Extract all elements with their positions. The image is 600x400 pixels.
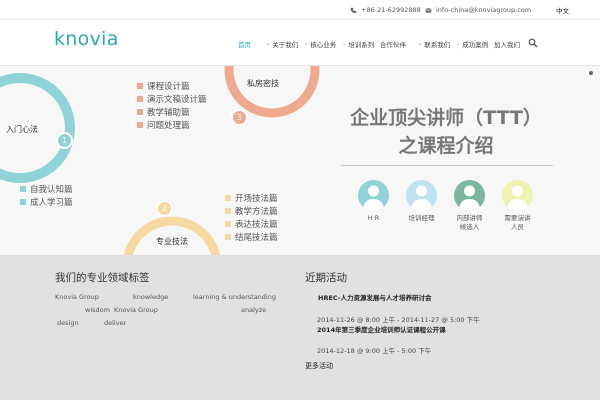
phone-icon (350, 7, 357, 13)
tag-link[interactable]: design (57, 319, 79, 327)
list-secret-techniques: 课程设计篇 演示文稿设计篇 教学辅助篇 问题处理篇 (137, 79, 207, 131)
tag-link[interactable]: deliver (104, 319, 126, 327)
language-switch[interactable]: 中文 (556, 5, 569, 15)
list-item: 教学方法篇 (225, 204, 278, 217)
list-item: 成人学习篇 (20, 195, 73, 208)
headline-divider (341, 165, 553, 166)
event-title-link[interactable]: HREC-人力资源发展与人才培养研讨会 (318, 292, 432, 302)
site-footer: 我们的专业领域标签 Knovia Group knowledge learnin… (0, 255, 600, 400)
list-item: 自我认知篇 (20, 182, 73, 195)
site-header: knovia 首页 ⌄ 关于我们 ⌄ 核心业务 ⌄ 培训系列 合作伙伴 ⌄ 联系我们 ⌄… (0, 20, 600, 66)
search-icon[interactable] (528, 38, 538, 48)
list-item: 演示文稿设计篇 (137, 92, 207, 105)
top-bar: +86-21-62992888 info-china@knoviagroup.c… (0, 0, 600, 20)
site-logo[interactable]: knovia (54, 28, 119, 50)
circle-3-ring (224, 66, 320, 118)
chevron-down-icon: ⌄ (456, 41, 461, 47)
event-date: 2014-11-26 @ 8:00 上午 - 2014-11-27 @ 5:00… (317, 316, 480, 324)
tag-link[interactable]: knowledge (133, 293, 168, 301)
event-date: 2014-12-18 @ 9:00 上午 - 5:00 下午 (317, 347, 432, 355)
person-icon (406, 180, 437, 211)
nav-item-about[interactable]: ⌄ 关于我们 (266, 39, 304, 49)
chevron-down-icon: ⌄ (304, 41, 309, 47)
phone-number: +86-21-62992888 (361, 6, 421, 14)
chevron-down-icon: ⌄ (342, 41, 347, 47)
nav-item-training[interactable]: ⌄ 培训系列 (342, 39, 380, 49)
circle-2-label: 专业技法 (156, 237, 188, 246)
hero-banner: 入门心法 1 私房密技 3 专业技法 2 课程设计篇 演示文稿设计篇 教学辅助篇… (0, 66, 600, 255)
audience-speakers: 需要演讲 人员 (501, 180, 534, 232)
tag-link[interactable]: analyze (241, 306, 266, 314)
event-title-link[interactable]: 2014年第三季度企业培训师认证课程公开课 (317, 324, 446, 334)
tag-link[interactable]: wisdom (85, 306, 110, 314)
email-contact[interactable]: info-china@knoviagroup.com (425, 6, 531, 14)
list-item: 问题处理篇 (137, 118, 207, 131)
headline-line-1: 企业顶尖讲师（TTT） (350, 107, 542, 129)
list-professional-techniques: 开场技法篇 教学方法篇 表达技法篇 结尾技法篇 (225, 191, 278, 243)
tag-link[interactable]: Knovia Group (114, 306, 158, 314)
circle-1-badge: 1 (56, 132, 73, 149)
chevron-down-icon: ⌄ (418, 41, 423, 47)
tag-cloud: Knovia Group knowledge learning & unders… (55, 293, 285, 333)
circle-2-badge: 2 (156, 200, 173, 217)
audience-training-manager: 培训经理 (405, 180, 438, 232)
main-nav: 首页 ⌄ 关于我们 ⌄ 核心业务 ⌄ 培训系列 合作伙伴 ⌄ 联系我们 ⌄ 成功案例 加入… (238, 39, 532, 49)
events-heading: 近期活动 (305, 272, 347, 284)
nav-item-cases[interactable]: ⌄ 成功案例 (456, 39, 494, 49)
list-item: 教学辅助篇 (137, 105, 207, 118)
headline-line-2: 之课程介绍 (398, 135, 494, 157)
tag-link[interactable]: learning & understanding (193, 293, 276, 301)
list-item: 表达技法篇 (225, 217, 278, 230)
nav-item-partners[interactable]: 合作伙伴 (380, 39, 418, 49)
circle-3-badge: 3 (231, 109, 248, 126)
list-item: 开场技法篇 (225, 191, 278, 204)
slider-dot[interactable] (589, 71, 593, 75)
tag-link[interactable]: Knovia Group (55, 293, 99, 301)
circle-1-label: 入门心法 (6, 125, 38, 134)
phone-contact: +86-21-62992888 (350, 6, 421, 14)
nav-item-contact[interactable]: ⌄ 联系我们 (418, 39, 456, 49)
more-events-link[interactable]: 更多活动 (305, 361, 333, 371)
banner-headline: 企业顶尖讲师（TTT） 之课程介绍 (340, 104, 552, 160)
tags-heading: 我们的专业领域标签 (55, 272, 150, 284)
envelope-icon (425, 7, 432, 13)
list-item: 结尾技法篇 (225, 230, 278, 243)
circle-3-label: 私房密技 (247, 79, 279, 88)
list-item: 课程设计篇 (137, 79, 207, 92)
list-entry-methods: 自我认知篇 成人学习篇 (20, 182, 73, 208)
email-address[interactable]: info-china@knoviagroup.com (436, 6, 531, 14)
audience-internal-trainer: 内部讲师 候选人 (453, 180, 486, 232)
person-icon (502, 180, 533, 211)
nav-item-business[interactable]: ⌄ 核心业务 (304, 39, 342, 49)
chevron-down-icon: ⌄ (266, 41, 271, 47)
audience-hr: H R (357, 180, 390, 232)
nav-item-join[interactable]: 加入我们 (494, 39, 532, 49)
person-icon (454, 180, 485, 211)
person-icon (358, 180, 389, 211)
audience-list: H R 培训经理 内部讲师 候选人 需要演讲 人员 (357, 180, 534, 232)
nav-item-home[interactable]: 首页 (238, 39, 266, 49)
